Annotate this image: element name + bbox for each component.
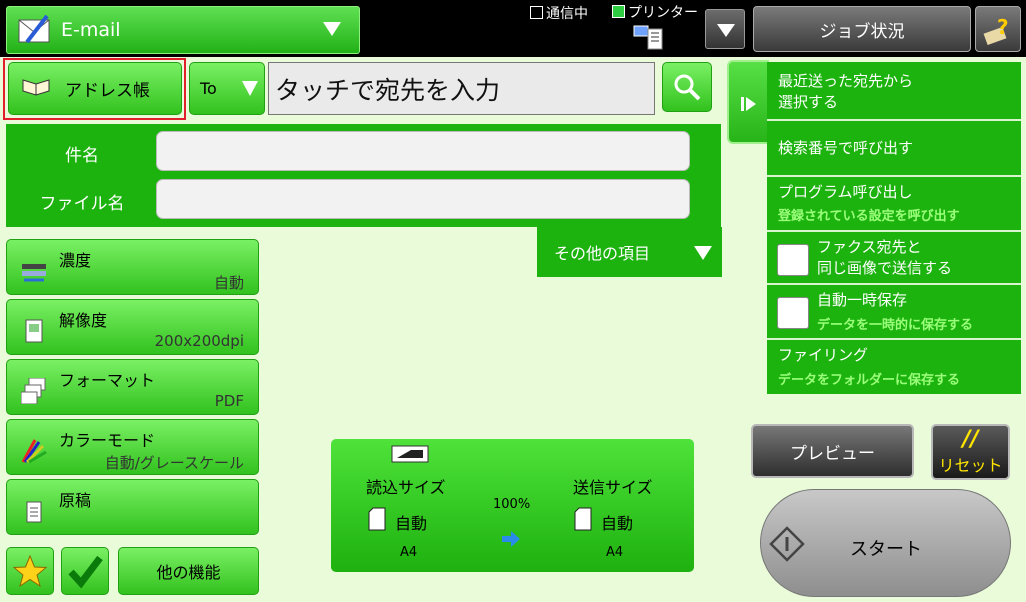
paper-icon	[574, 507, 592, 531]
comm-indicator-icon	[530, 6, 543, 19]
subject-field[interactable]	[156, 131, 690, 171]
arrow-right-icon	[501, 529, 521, 549]
resolution-label: 解像度	[59, 311, 108, 330]
scan-size-label: 読込サイズ	[366, 478, 446, 497]
resolution-button[interactable]: 解像度 200x200dpi	[6, 299, 259, 355]
resolution-icon	[21, 318, 47, 344]
confirm-settings-button[interactable]	[61, 547, 109, 595]
scale-ratio: 100%	[493, 497, 531, 512]
scan-paper-size: A4	[400, 545, 418, 560]
start-icon	[769, 526, 805, 562]
svg-text:?: ?	[997, 15, 1009, 39]
job-status-button[interactable]: ジョブ状況	[753, 6, 971, 52]
chevron-down-icon	[323, 22, 341, 36]
fax-same-image-item[interactable]: ファクス宛先と 同じ画像で送信する	[767, 232, 1021, 285]
checkmark-icon	[68, 555, 103, 589]
printer-status: プリンター	[612, 2, 698, 22]
mode-label: E-mail	[61, 19, 121, 41]
mode-select-button[interactable]: E-mail	[6, 6, 360, 54]
fax-same-image-checkbox[interactable]	[777, 244, 809, 276]
help-icon: ?	[983, 15, 1009, 46]
auto-hold-checkbox[interactable]	[777, 297, 809, 329]
format-label: フォーマット	[59, 371, 156, 390]
recent-destinations-item[interactable]: 最近送った宛先から 選択する	[767, 62, 1021, 121]
email-fields-panel: 件名 ファイル名	[6, 124, 721, 227]
printer-indicator-icon	[612, 5, 625, 18]
filename-label: ファイル名	[39, 194, 125, 214]
start-label: スタート	[850, 539, 922, 560]
color-mode-button[interactable]: カラーモード 自動/グレースケール	[6, 419, 259, 475]
address-book-label: アドレス帳	[65, 81, 150, 101]
printer-network-icon	[632, 23, 666, 51]
resolution-value: 200x200dpi	[154, 332, 244, 350]
scanner-icon	[391, 444, 429, 464]
original-button[interactable]: 原稿	[6, 479, 259, 535]
auto-hold-item[interactable]: 自動一時保存 データを一時的に保存する	[767, 285, 1021, 340]
send-paper-size: A4	[606, 545, 624, 560]
density-value: 自動	[213, 274, 244, 292]
book-icon	[21, 76, 51, 101]
other-items-button[interactable]: その他の項目	[537, 227, 722, 277]
address-book-button[interactable]: アドレス帳	[8, 62, 182, 115]
chevron-down-icon	[717, 24, 735, 37]
density-icon	[21, 258, 47, 284]
star-icon	[12, 554, 48, 588]
reset-label: リセット	[938, 456, 1003, 475]
search-icon	[674, 74, 701, 101]
preview-button[interactable]: プレビュー	[751, 424, 914, 478]
to-label: To	[200, 79, 217, 98]
chevron-down-icon	[242, 81, 258, 96]
search-number-item[interactable]: 検索番号で呼び出す	[767, 121, 1021, 177]
reset-icon: //	[962, 427, 979, 452]
density-label: 濃度	[59, 251, 92, 270]
favorite-button[interactable]	[6, 547, 54, 595]
other-items-label: その他の項目	[554, 244, 651, 263]
subject-label: 件名	[65, 146, 99, 166]
scan-size-panel[interactable]: 読込サイズ 自動 A4 100% 送信サイズ 自動 A4	[331, 439, 694, 572]
other-functions-button[interactable]: 他の機能	[118, 547, 259, 595]
search-button[interactable]	[662, 62, 712, 112]
program-recall-item[interactable]: プログラム呼び出し 登録されている設定を呼び出す	[767, 177, 1021, 232]
original-icon	[21, 498, 47, 524]
send-size-value: 自動	[601, 514, 634, 533]
status-dropdown-button[interactable]	[705, 9, 745, 49]
color-mode-label: カラーモード	[59, 431, 156, 450]
filing-item[interactable]: ファイリング データをフォルダーに保存する	[767, 340, 1021, 394]
format-icon	[20, 377, 47, 405]
chevron-down-icon	[694, 246, 712, 260]
comm-status: 通信中	[530, 3, 588, 23]
scan-size-value: 自動	[395, 514, 428, 533]
reset-button[interactable]: // リセット	[931, 424, 1010, 480]
email-mode-icon	[17, 14, 53, 46]
side-panel-toggle[interactable]	[727, 60, 769, 144]
help-button[interactable]: ?	[975, 6, 1021, 52]
side-panel: 最近送った宛先から 選択する 検索番号で呼び出す プログラム呼び出し 登録されて…	[767, 62, 1021, 394]
to-select-button[interactable]: To	[189, 62, 265, 115]
color-mode-value: 自動/グレースケール	[104, 454, 244, 472]
paper-icon	[368, 507, 386, 531]
start-button[interactable]: スタート	[760, 489, 1011, 597]
format-button[interactable]: フォーマット PDF	[6, 359, 259, 415]
destination-input[interactable]: タッチで宛先を入力	[268, 62, 655, 115]
color-mode-icon	[21, 438, 47, 464]
density-button[interactable]: 濃度 自動	[6, 239, 259, 295]
format-value: PDF	[214, 392, 244, 410]
filename-field[interactable]	[156, 179, 690, 219]
expand-icon	[741, 97, 756, 111]
original-label: 原稿	[59, 491, 92, 510]
send-size-label: 送信サイズ	[573, 478, 653, 497]
